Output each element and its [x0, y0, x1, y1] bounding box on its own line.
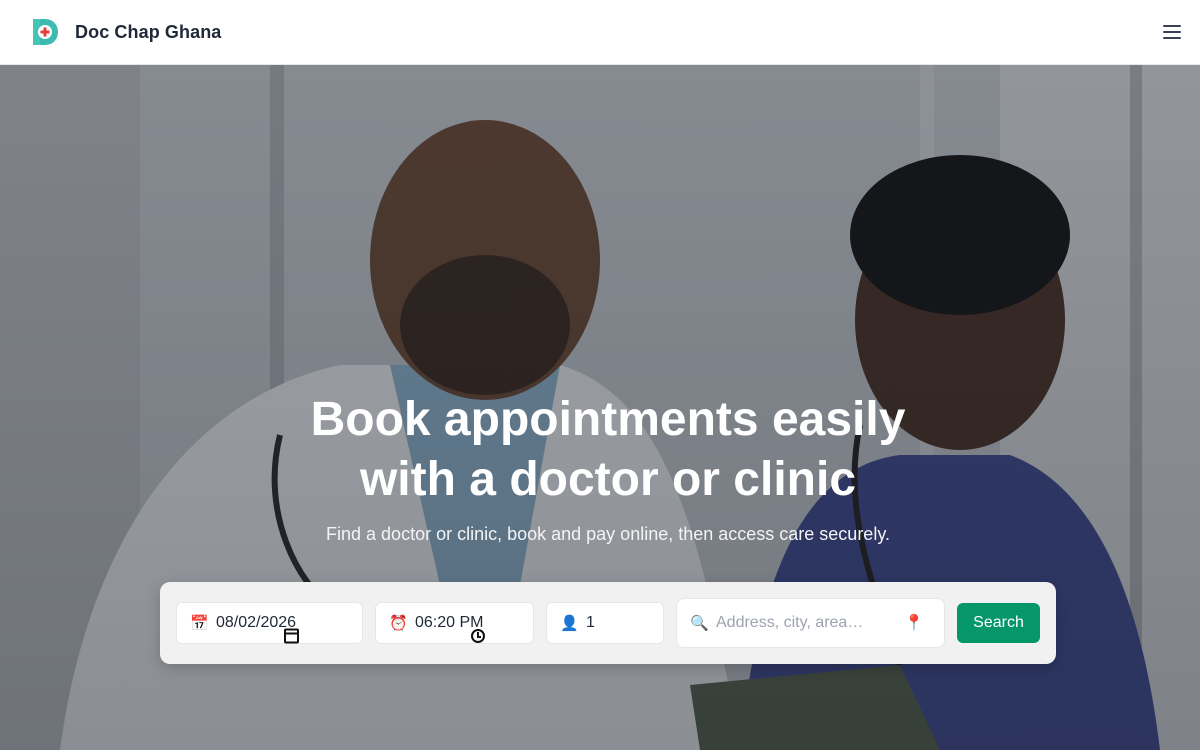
person-icon: 👤 — [560, 615, 579, 632]
search-icon: 🔍 — [690, 615, 709, 632]
time-input[interactable]: ⏰ 06:20 PM — [375, 602, 534, 644]
hamburger-menu-icon[interactable] — [1162, 22, 1182, 42]
location-placeholder: Address, city, area… — [716, 614, 864, 631]
calendar-emoji-icon: 📅 — [190, 615, 209, 632]
location-search-input[interactable]: 🔍 Address, city, area… 📍 — [676, 598, 945, 648]
time-value: 06:20 PM — [415, 614, 484, 631]
search-button[interactable]: Search — [957, 603, 1040, 643]
logo-d-cross-icon[interactable] — [31, 17, 59, 47]
brand-name[interactable]: Doc Chap Ghana — [75, 22, 221, 43]
top-navbar: Doc Chap Ghana — [0, 0, 1200, 65]
people-count-input[interactable]: 👤 1 — [546, 602, 664, 644]
alarm-clock-icon: ⏰ — [389, 615, 408, 632]
date-input[interactable]: 📅 08/02/2026 — [176, 602, 363, 644]
people-count-value: 1 — [586, 614, 595, 631]
hero-section: Book appointments easily with a doctor o… — [0, 65, 1200, 750]
location-pin-icon[interactable]: 📍 — [904, 613, 924, 633]
hero-title-line-2: with a doctor or clinic — [359, 453, 857, 506]
calendar-picker-icon[interactable] — [284, 628, 300, 643]
booking-search-bar: 📅 08/02/2026 ⏰ 06:20 PM 👤 1 🔍 Address, c… — [160, 582, 1056, 664]
hero-title: Book appointments easily with a doctor o… — [0, 390, 1200, 510]
clock-picker-icon[interactable] — [471, 629, 486, 643]
hero-title-line-1: Book appointments easily — [310, 393, 906, 446]
hero-subtitle: Find a doctor or clinic, book and pay on… — [326, 524, 890, 544]
